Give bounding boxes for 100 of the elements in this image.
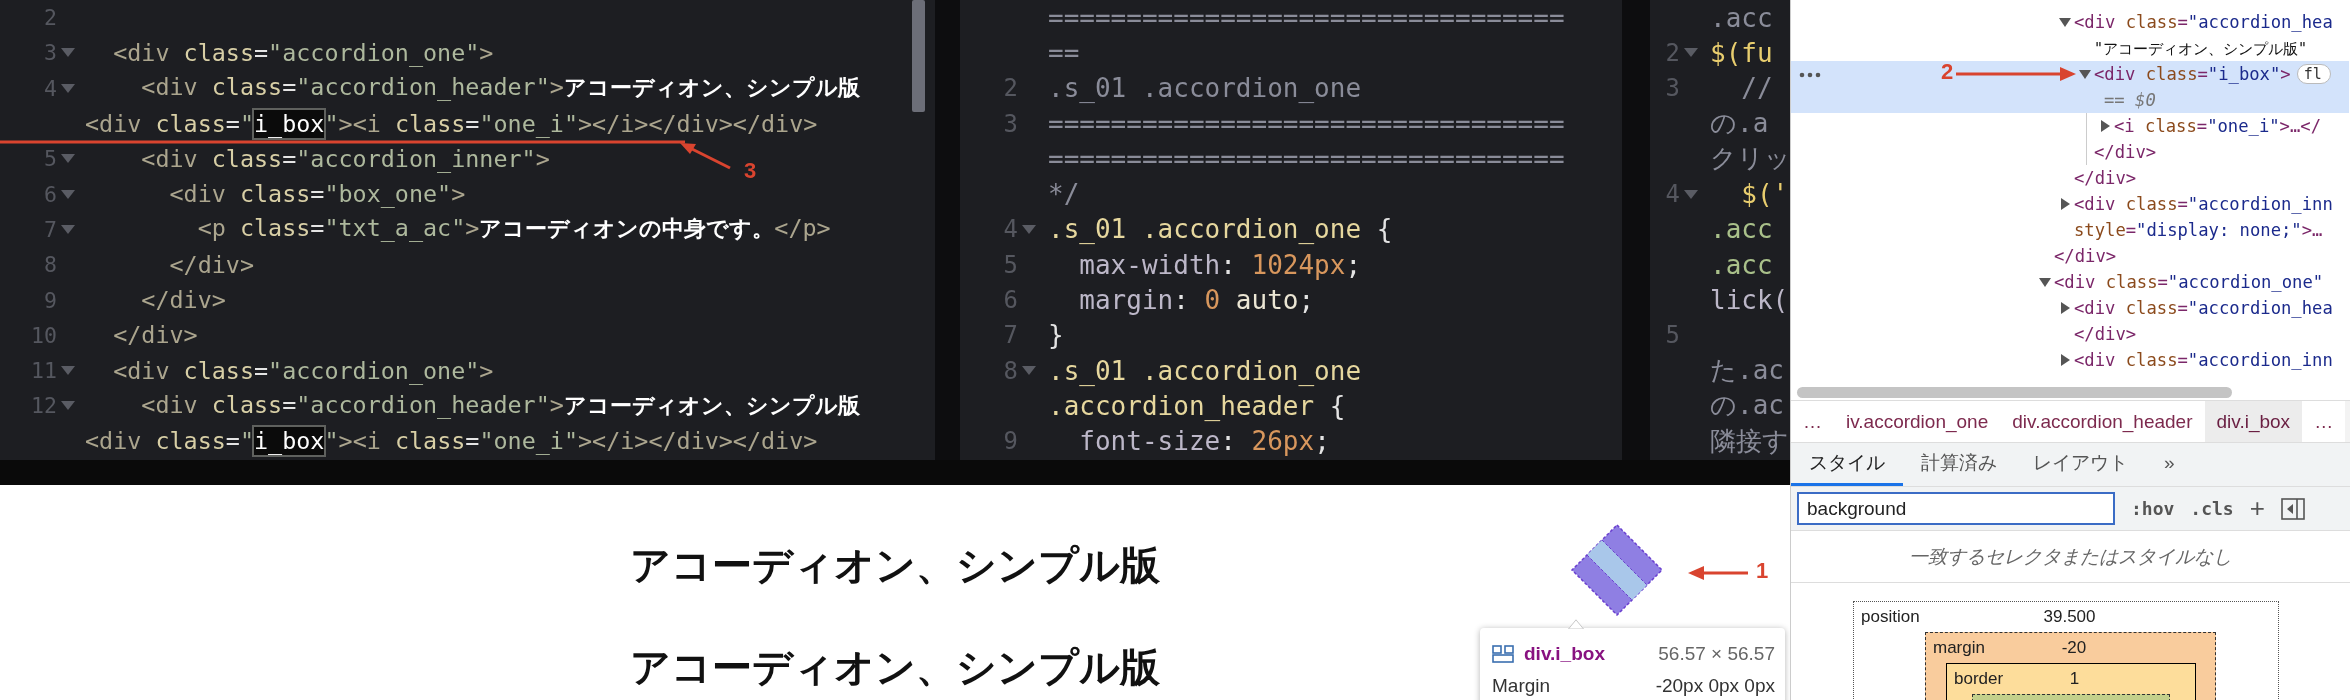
- line-number: 11: [31, 358, 57, 384]
- annotation-label: 2: [1941, 59, 1954, 85]
- dom-node[interactable]: <div class="accordion_inn: [2074, 350, 2333, 370]
- code-line: $(fu: [1710, 37, 1773, 68]
- dom-node[interactable]: <div class="accordion_inn: [2074, 194, 2333, 214]
- annotation-arrow: [680, 142, 731, 170]
- fold-icon[interactable]: [61, 401, 75, 411]
- code-line: max-width: 1024px;: [1078, 249, 1362, 280]
- expanded-icon[interactable]: [2039, 276, 2051, 288]
- code-line: */: [1048, 179, 1080, 210]
- expanded-icon[interactable]: [2059, 16, 2071, 28]
- code-line: <div class="accordion_one">: [112, 38, 494, 67]
- more-icon[interactable]: [1799, 72, 1821, 78]
- code-line: 隣接す: [1710, 424, 1789, 458]
- sidebar-toggle-icon[interactable]: [2280, 497, 2305, 520]
- breadcrumb[interactable]: div.i_box: [2204, 401, 2303, 442]
- box-label: position: [1861, 607, 1920, 627]
- code-line: </div>: [140, 286, 226, 314]
- dom-node[interactable]: </div>: [2094, 142, 2157, 162]
- line-number: 6: [1003, 286, 1018, 314]
- code-line: .s_01 .accordion_one: [1048, 355, 1362, 386]
- code-line: の.ac: [1710, 389, 1784, 423]
- line-number: 5: [1665, 321, 1680, 350]
- code-line: クリッ: [1710, 142, 1790, 176]
- breadcrumb[interactable]: …: [2302, 401, 2346, 442]
- line-number: 9: [1003, 427, 1018, 456]
- box-value: -20: [2061, 638, 2087, 658]
- annotation-arrow: [1688, 565, 1748, 581]
- code-line: .acc: [1710, 249, 1773, 280]
- line-number: 8: [1003, 356, 1018, 385]
- line-number: 3: [44, 40, 57, 66]
- fold-icon[interactable]: [61, 366, 75, 376]
- dom-node[interactable]: "アコーディオン、シンプル版": [2094, 37, 2308, 59]
- line-number: 6: [44, 181, 57, 207]
- code-line: =================================: [1048, 2, 1565, 33]
- expanded-icon[interactable]: [2079, 68, 2091, 80]
- code-line: .acc: [1710, 2, 1773, 33]
- dom-node[interactable]: </div>: [2074, 324, 2137, 344]
- code-line: <p class="txt_a_ac">アコーディオンの中身です。</p>: [196, 214, 831, 245]
- fold-icon[interactable]: [61, 189, 75, 199]
- fold-icon[interactable]: [1022, 224, 1036, 234]
- dom-node[interactable]: style="display: none;">…: [2074, 220, 2323, 240]
- breadcrumb[interactable]: …: [1791, 401, 1834, 442]
- line-number: 9: [44, 287, 57, 313]
- line-number: 5: [1003, 250, 1018, 279]
- line-number: 8: [44, 252, 57, 278]
- code-line: .s_01 .accordion_one: [1048, 73, 1362, 104]
- collapsed-icon[interactable]: [2059, 302, 2071, 314]
- scrollbar[interactable]: [1797, 387, 2232, 398]
- fold-icon[interactable]: [1022, 366, 1036, 376]
- fold-icon[interactable]: [61, 48, 75, 58]
- dom-node[interactable]: <i class="one_i">…</: [2114, 116, 2321, 136]
- dom-node[interactable]: <div class="accordion_hea: [2074, 298, 2333, 318]
- tab[interactable]: レイアウト: [2015, 443, 2146, 486]
- toolbar-button[interactable]: +: [2249, 493, 2265, 524]
- line-number: 4: [1003, 215, 1018, 244]
- tab[interactable]: 計算済み: [1903, 443, 2015, 486]
- line-number: 7: [44, 216, 57, 242]
- fold-icon[interactable]: [61, 83, 75, 93]
- code-line: <div class="accordion_one">: [112, 356, 494, 385]
- toolbar-button[interactable]: :hov: [2131, 498, 2175, 519]
- code-line: ==: [1048, 37, 1080, 68]
- line-number: 4: [1665, 180, 1680, 209]
- dom-node[interactable]: <div class="i_box">: [2094, 64, 2291, 84]
- tooltip-label: Margin: [1492, 675, 1551, 697]
- breadcrumb[interactable]: div.accordion_header: [2000, 401, 2205, 442]
- line-number: 2: [1003, 74, 1018, 103]
- line-number: 10: [31, 322, 57, 348]
- fold-icon[interactable]: [1684, 48, 1698, 58]
- collapsed-icon[interactable]: [2099, 120, 2111, 132]
- dom-node[interactable]: <div class="accordion_hea: [2074, 12, 2333, 32]
- collapsed-icon[interactable]: [2059, 354, 2071, 366]
- code-line: <div class="accordion_header">アコーディオン、シンプル版: [140, 390, 860, 421]
- code-line: </div>: [168, 250, 254, 279]
- dom-node[interactable]: <div class="accordion_one": [2054, 272, 2324, 292]
- code-line: }: [1048, 320, 1064, 351]
- line-number: 5: [44, 146, 57, 172]
- fold-icon[interactable]: [61, 224, 75, 234]
- code-line: た.ac: [1710, 354, 1784, 388]
- dom-node[interactable]: </div>: [2054, 246, 2117, 266]
- scrollbar[interactable]: [912, 0, 925, 112]
- flex-badge[interactable]: fl: [2296, 64, 2331, 84]
- box-label: margin: [1933, 638, 1985, 658]
- line-number: 2: [1665, 38, 1680, 67]
- code-line: font-size: 26px;: [1078, 426, 1330, 457]
- accordion-heading[interactable]: アコーディオン、シンプル版: [630, 537, 1160, 593]
- accordion-heading[interactable]: アコーディオン、シンプル版: [630, 639, 1160, 695]
- code-line: =================================: [1048, 143, 1565, 174]
- annotation-label: 1: [1756, 558, 1769, 584]
- toolbar-button[interactable]: .cls: [2190, 498, 2234, 519]
- fold-icon[interactable]: [61, 154, 75, 164]
- tab[interactable]: »: [2146, 443, 2193, 486]
- code-line: .s_01 .accordion_one {: [1048, 214, 1393, 245]
- breadcrumb[interactable]: iv.accordion_one: [1834, 401, 2001, 442]
- filter-field[interactable]: background: [1797, 492, 2115, 525]
- tooltip-selector: div.i_box: [1524, 643, 1605, 665]
- collapsed-icon[interactable]: [2059, 198, 2071, 210]
- line-number: 4: [44, 75, 57, 101]
- dom-node[interactable]: </div>: [2074, 168, 2137, 188]
- fold-icon[interactable]: [1684, 189, 1698, 199]
